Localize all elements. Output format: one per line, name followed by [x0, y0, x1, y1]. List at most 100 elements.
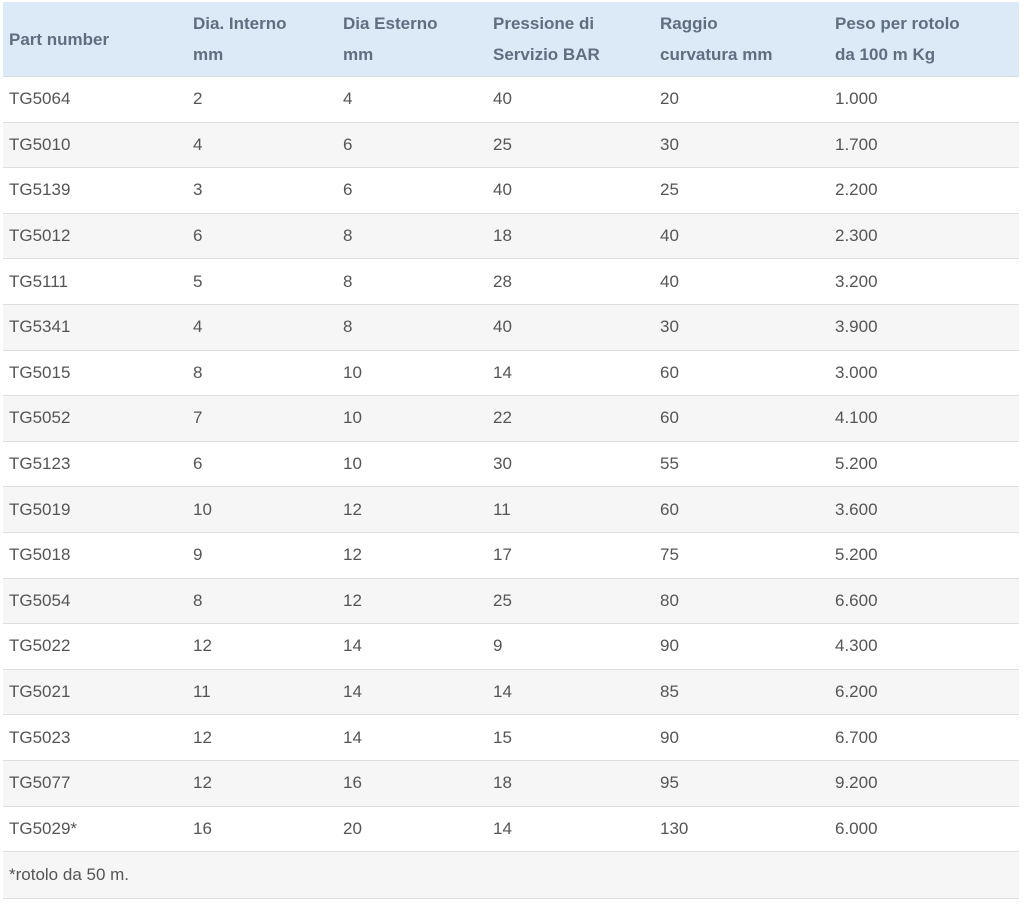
cell-bend-radius: 95: [654, 760, 829, 807]
cell-working-pressure: 25: [487, 578, 654, 625]
table-body: TG5064 2 4 40 20 1.000 TG5010 4 6 25 30 1.700 TG5139…: [3, 76, 1019, 900]
cell-working-pressure: 14: [487, 350, 654, 397]
column-header-roll-weight: Peso per rotolo da 100 m Kg: [829, 2, 1019, 77]
cell-part-number: TG5012: [3, 213, 187, 260]
cell-roll-weight: 4.100: [829, 395, 1019, 442]
cell-inner-diameter: 6: [187, 441, 337, 488]
table-row: TG5029* 16 20 14 130 6.000: [3, 806, 1019, 853]
cell-roll-weight: 6.700: [829, 714, 1019, 761]
cell-inner-diameter: 3: [187, 167, 337, 214]
table-row: TG5123 6 10 30 55 5.200: [3, 441, 1019, 488]
cell-working-pressure: 15: [487, 714, 654, 761]
cell-inner-diameter: 5: [187, 258, 337, 305]
cell-outer-diameter: 20: [337, 806, 487, 853]
column-header-inner-diameter: Dia. Interno mm: [187, 2, 337, 77]
cell-inner-diameter: 6: [187, 213, 337, 260]
cell-working-pressure: 14: [487, 669, 654, 716]
footnote-row: *rotolo da 50 m.: [3, 851, 1019, 900]
cell-inner-diameter: 16: [187, 806, 337, 853]
cell-roll-weight: 1.000: [829, 76, 1019, 123]
cell-inner-diameter: 12: [187, 714, 337, 761]
column-header-outer-diameter: Dia Esterno mm: [337, 2, 487, 77]
cell-inner-diameter: 8: [187, 578, 337, 625]
cell-part-number: TG5023: [3, 714, 187, 761]
cell-bend-radius: 40: [654, 258, 829, 305]
cell-outer-diameter: 6: [337, 167, 487, 214]
table-row: TG5019 10 12 11 60 3.600: [3, 486, 1019, 533]
cell-working-pressure: 40: [487, 76, 654, 123]
cell-outer-diameter: 8: [337, 304, 487, 351]
table-row: TG5139 3 6 40 25 2.200: [3, 167, 1019, 214]
cell-part-number: TG5022: [3, 623, 187, 670]
cell-bend-radius: 20: [654, 76, 829, 123]
cell-part-number: TG5029*: [3, 806, 187, 853]
cell-working-pressure: 25: [487, 122, 654, 169]
cell-roll-weight: 6.600: [829, 578, 1019, 625]
cell-part-number: TG5111: [3, 258, 187, 305]
cell-outer-diameter: 16: [337, 760, 487, 807]
header-row: Part number Dia. Interno mm Dia Esterno …: [3, 2, 1019, 77]
column-header-part-number: Part number: [3, 2, 187, 77]
cell-working-pressure: 14: [487, 806, 654, 853]
cell-part-number: TG5123: [3, 441, 187, 488]
cell-bend-radius: 60: [654, 350, 829, 397]
cell-part-number: TG5018: [3, 532, 187, 579]
cell-roll-weight: 4.300: [829, 623, 1019, 670]
cell-outer-diameter: 14: [337, 714, 487, 761]
cell-part-number: TG5019: [3, 486, 187, 533]
cell-working-pressure: 11: [487, 486, 654, 533]
cell-outer-diameter: 8: [337, 213, 487, 260]
table-row: TG5111 5 8 28 40 3.200: [3, 258, 1019, 305]
cell-inner-diameter: 9: [187, 532, 337, 579]
cell-outer-diameter: 4: [337, 76, 487, 123]
cell-inner-diameter: 8: [187, 350, 337, 397]
cell-working-pressure: 28: [487, 258, 654, 305]
table-row: TG5052 7 10 22 60 4.100: [3, 395, 1019, 442]
cell-roll-weight: 3.000: [829, 350, 1019, 397]
cell-roll-weight: 2.200: [829, 167, 1019, 214]
table-row: TG5023 12 14 15 90 6.700: [3, 714, 1019, 761]
table-row: TG5021 11 14 14 85 6.200: [3, 669, 1019, 716]
cell-working-pressure: 22: [487, 395, 654, 442]
cell-roll-weight: 3.600: [829, 486, 1019, 533]
cell-working-pressure: 18: [487, 213, 654, 260]
cell-bend-radius: 55: [654, 441, 829, 488]
table-row: TG5010 4 6 25 30 1.700: [3, 122, 1019, 169]
table-row: TG5012 6 8 18 40 2.300: [3, 213, 1019, 260]
cell-inner-diameter: 7: [187, 395, 337, 442]
cell-inner-diameter: 4: [187, 304, 337, 351]
cell-roll-weight: 5.200: [829, 532, 1019, 579]
column-header-working-pressure: Pressione di Servizio BAR: [487, 2, 654, 77]
cell-inner-diameter: 12: [187, 623, 337, 670]
cell-bend-radius: 85: [654, 669, 829, 716]
cell-inner-diameter: 12: [187, 760, 337, 807]
table-row: TG5341 4 8 40 30 3.900: [3, 304, 1019, 351]
footnote-text: *rotolo da 50 m.: [3, 851, 1019, 900]
cell-outer-diameter: 14: [337, 623, 487, 670]
cell-outer-diameter: 8: [337, 258, 487, 305]
cell-roll-weight: 6.200: [829, 669, 1019, 716]
cell-outer-diameter: 12: [337, 486, 487, 533]
cell-working-pressure: 30: [487, 441, 654, 488]
table-row: TG5064 2 4 40 20 1.000: [3, 76, 1019, 123]
cell-inner-diameter: 10: [187, 486, 337, 533]
cell-bend-radius: 30: [654, 304, 829, 351]
cell-outer-diameter: 12: [337, 578, 487, 625]
cell-roll-weight: 2.300: [829, 213, 1019, 260]
table-row: TG5015 8 10 14 60 3.000: [3, 350, 1019, 397]
cell-bend-radius: 80: [654, 578, 829, 625]
product-table-container: Part number Dia. Interno mm Dia Esterno …: [3, 2, 1019, 900]
cell-outer-diameter: 6: [337, 122, 487, 169]
cell-roll-weight: 3.900: [829, 304, 1019, 351]
cell-outer-diameter: 10: [337, 395, 487, 442]
cell-part-number: TG5015: [3, 350, 187, 397]
table-row: TG5054 8 12 25 80 6.600: [3, 578, 1019, 625]
cell-part-number: TG5341: [3, 304, 187, 351]
cell-working-pressure: 40: [487, 167, 654, 214]
cell-working-pressure: 40: [487, 304, 654, 351]
cell-roll-weight: 6.000: [829, 806, 1019, 853]
cell-part-number: TG5052: [3, 395, 187, 442]
table-row: TG5077 12 16 18 95 9.200: [3, 760, 1019, 807]
cell-part-number: TG5021: [3, 669, 187, 716]
product-specs-table: Part number Dia. Interno mm Dia Esterno …: [3, 2, 1019, 900]
